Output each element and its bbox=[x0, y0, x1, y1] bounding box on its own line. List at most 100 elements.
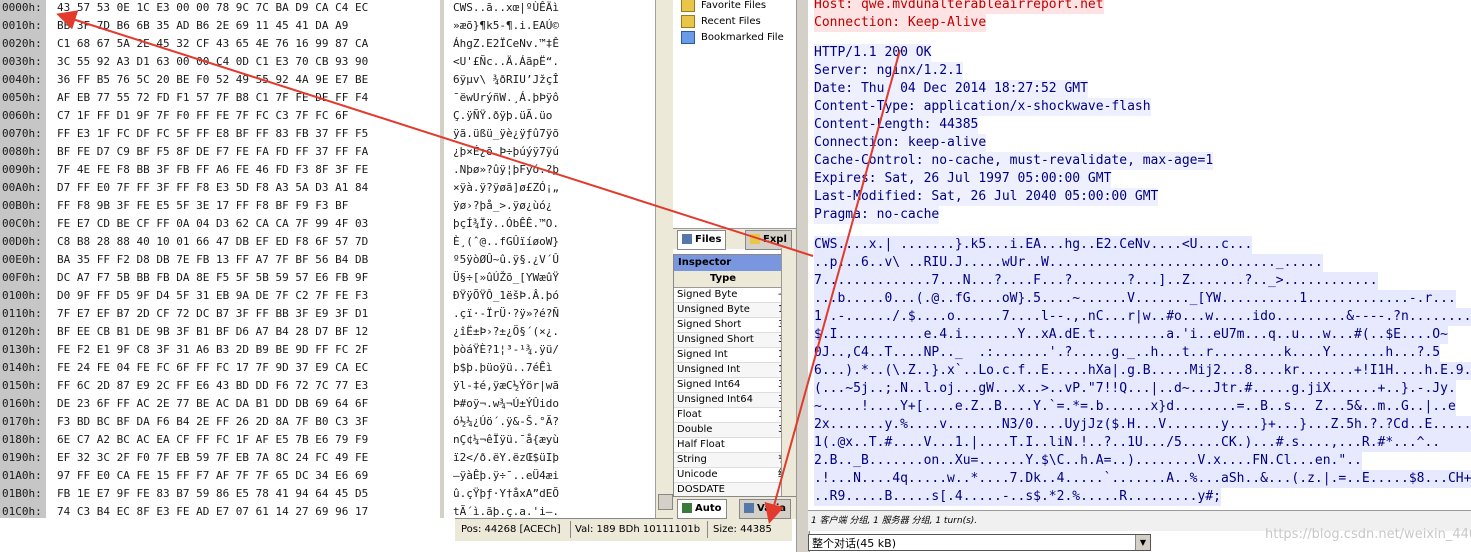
inspector-row[interactable]: Signed Int6434 bbox=[674, 378, 797, 393]
row-bytes[interactable]: BF FE D7 C9 BF F5 8F DE F7 FE FA FD FF 3… bbox=[57, 143, 437, 161]
row-bytes[interactable]: FF F8 9B 3F FE E5 5F 3E 17 FF F8 BF F9 F… bbox=[57, 197, 437, 215]
row-ascii[interactable]: ÐŸÿÕŸÔ_1ëšÞ.Â.þó bbox=[453, 287, 653, 305]
row-bytes[interactable]: 36 FF B5 76 5C 20 BE F0 52 49 55 92 4A 9… bbox=[57, 71, 437, 89]
row-ascii[interactable]: <U'£Ñc..Ä.ÁãpË“. bbox=[453, 53, 653, 71]
response-header-line: Content-Length: 44385 bbox=[814, 116, 979, 134]
row-bytes[interactable]: FF E3 1F FC DF FC 5F FF E8 BF FF 83 FB 3… bbox=[57, 125, 437, 143]
row-ascii[interactable]: »æõ}¶k5-¶.i.EAÚ© bbox=[453, 17, 653, 35]
row-ascii[interactable]: Þ#oÿ¬.w¾¬Ú±ÝÛido bbox=[453, 395, 653, 413]
row-offset: 0110h: bbox=[2, 307, 42, 320]
row-ascii[interactable]: nÇ¢¼¬êÏÿü.¯å{æyù bbox=[453, 431, 653, 449]
row-ascii[interactable]: þ$þ.þüoÿü..7éÊì bbox=[453, 359, 653, 377]
inspector-row[interactable]: Signed Byte-6 bbox=[674, 288, 797, 303]
scrollbar-thumb[interactable] bbox=[658, 494, 673, 510]
inspector-scrollbar[interactable] bbox=[781, 248, 797, 496]
recent-files-item[interactable]: Recent Files bbox=[681, 14, 761, 30]
row-ascii[interactable]: È¸(ˆ@..fGÛïíøoW} bbox=[453, 233, 653, 251]
row-bytes[interactable]: 3C 55 92 A3 D1 63 00 00 C4 0D C1 E3 70 C… bbox=[57, 53, 437, 71]
row-bytes[interactable]: FE 24 FE 04 FE FC 6F FF FC 17 7F 9D 37 E… bbox=[57, 359, 437, 377]
row-ascii[interactable]: Ü§÷[»ûÚŽõ_[YWæûŸ bbox=[453, 269, 653, 287]
inspector-row[interactable]: Double3. bbox=[674, 423, 797, 438]
row-bytes[interactable]: FE E7 CD BE CF FF 0A 04 D3 62 CA CA 7F 9… bbox=[57, 215, 437, 233]
row-ascii[interactable]: º5ÿòØÛ~û.ÿ§.¿V´Û bbox=[453, 251, 653, 269]
hex-status-bar: Pos: 44268 [ACECh] Val: 189 BDh 10111101… bbox=[455, 518, 792, 541]
bookmarked-files-item[interactable]: Bookmarked File bbox=[681, 30, 784, 46]
inspector-row[interactable]: Unicode绡 bbox=[674, 468, 797, 483]
row-bytes[interactable]: FF 6C 2D 87 E9 2C FF E6 43 BD DD F6 72 7… bbox=[57, 377, 437, 395]
row-bytes[interactable]: BB 3F 7D B6 6B 35 AD B6 2E 69 11 45 41 D… bbox=[57, 17, 437, 35]
row-ascii[interactable]: —ÿàÊþ.ÿ÷¯..eÜ4æi bbox=[453, 467, 653, 485]
inspector-row[interactable]: String½ bbox=[674, 453, 797, 468]
inspector-row[interactable]: Signed Int18 bbox=[674, 348, 797, 363]
row-ascii[interactable]: þçÍ¾Ïÿ..ÓbÊÊ.™O. bbox=[453, 215, 653, 233]
row-bytes[interactable]: DE 23 6F FF AC 2E 77 BE AC DA B1 DD DB 6… bbox=[57, 395, 437, 413]
row-offset: 01A0h: bbox=[2, 469, 42, 482]
chevron-down-icon[interactable]: ▼ bbox=[1135, 535, 1150, 550]
favorite-files-item[interactable]: Favorite Files bbox=[681, 0, 766, 14]
tab-variables[interactable]: Varia bbox=[739, 499, 792, 519]
response-body-line: 7..............7...N...?....F...?.......… bbox=[814, 272, 1378, 290]
row-ascii[interactable]: Ç.ÿÑŸ.ðÿþ.üÃ.üo bbox=[453, 107, 653, 125]
tab-explorer[interactable]: Expl bbox=[745, 230, 792, 250]
inspector-row[interactable]: Unsigned Short32 bbox=[674, 333, 797, 348]
row-bytes[interactable]: BF EE CB B1 DE 9B 3F B1 BF D6 A7 B4 28 D… bbox=[57, 323, 437, 341]
row-ascii[interactable]: ¯ëwUrýñW.¸Á.þÞÿô bbox=[453, 89, 653, 107]
files-icon bbox=[682, 234, 692, 244]
row-ascii[interactable]: tÃ´ì.ãþ.ç.a.'i–. bbox=[453, 503, 653, 518]
row-bytes[interactable]: C1 68 67 5A 2E 45 32 CF 43 65 4E 76 16 9… bbox=[57, 35, 437, 53]
row-offset: 00B0h: bbox=[2, 199, 42, 212]
row-ascii[interactable]: ï2</ð.ëY.ëzŒ$üIþ bbox=[453, 449, 653, 467]
row-offset: 0070h: bbox=[2, 127, 42, 140]
row-bytes[interactable]: 97 FF E0 CA FE 15 FF F7 AF 7F 7F 65 DC 3… bbox=[57, 467, 437, 485]
row-bytes[interactable]: FB 1E E7 9F FE 83 B7 59 86 E5 78 41 94 6… bbox=[57, 485, 437, 503]
response-header-line: Pragma: no-cache bbox=[814, 206, 940, 224]
row-bytes[interactable]: AF EB 77 55 72 FD F1 57 7F B8 C1 7F FE D… bbox=[57, 89, 437, 107]
inspector-row[interactable]: Unsigned Int6434 bbox=[674, 393, 797, 408]
row-bytes[interactable]: FE F2 E1 9F C8 3F 31 A6 B3 2D B9 BE 9D F… bbox=[57, 341, 437, 359]
row-bytes[interactable]: DC A7 F7 5B BB FB DA 8E F5 5F 5B 59 57 E… bbox=[57, 269, 437, 287]
inspector-row[interactable]: Unsigned Byte18 bbox=[674, 303, 797, 318]
tab-auto[interactable]: Auto bbox=[677, 499, 727, 519]
row-bytes[interactable]: 7F E7 EF B7 2D CF 72 DC B7 3F FF BB 3F E… bbox=[57, 305, 437, 323]
row-ascii[interactable]: ¿þ×É¿õ.Þ÷þúýÿ7ÿú bbox=[453, 143, 653, 161]
row-ascii[interactable]: ¿îË±Þ›?±¿Ö§´(×¿. bbox=[453, 323, 653, 341]
row-ascii[interactable]: CWS..ã..xœ|ºÙÊÄì bbox=[453, 0, 653, 17]
tab-files[interactable]: Files bbox=[677, 230, 727, 250]
row-bytes[interactable]: 43 57 53 0E 1C E3 00 00 78 9C 7C BA D9 C… bbox=[57, 0, 437, 17]
row-ascii[interactable]: þòáŸÈ?1¦³-¹¾.ÿü/ bbox=[453, 341, 653, 359]
inspector-row[interactable]: Unsigned Int18 bbox=[674, 363, 797, 378]
row-bytes[interactable]: 7F 4E FE F8 BB 3F FB FF A6 FE 46 FD F3 8… bbox=[57, 161, 437, 179]
hex-editor[interactable]: 0000h: 43 57 53 0E 1C E3 00 00 78 9C 7C B… bbox=[0, 0, 673, 518]
row-ascii[interactable]: .Nþø»?ûÿ¦þFýó.?þ bbox=[453, 161, 653, 179]
row-ascii[interactable]: ÁhgZ.E2ÏCeNv.™‡Ê bbox=[453, 35, 653, 53]
row-bytes[interactable]: BA 35 FF F2 D8 DB 7E FB 13 FF A7 7F BF 5… bbox=[57, 251, 437, 269]
conversation-select[interactable]: 整个对话(45 kB) ▼ bbox=[808, 534, 1151, 551]
row-ascii[interactable]: 6ÿµv\ ¾ðRIU’JžçÎ bbox=[453, 71, 653, 89]
row-bytes[interactable]: D0 9F FF D5 9F D4 5F 31 EB 9A DE 7F C2 7… bbox=[57, 287, 437, 305]
row-bytes[interactable]: D7 FF E0 7F FF 3F FF F8 E3 5D F8 A3 5A D… bbox=[57, 179, 437, 197]
row-bytes[interactable]: 74 C3 B4 EC 8F E3 FE AD E7 07 61 14 27 6… bbox=[57, 503, 437, 518]
row-ascii[interactable]: ÿø›?þå_>.ÿø¿ùó¿ bbox=[453, 197, 653, 215]
row-offset: 0180h: bbox=[2, 433, 42, 446]
inspector-row[interactable]: Float1.5 bbox=[674, 408, 797, 423]
row-bytes[interactable]: 6E C7 A2 BC AC EA CF FF FC 1F AF E5 7B E… bbox=[57, 431, 437, 449]
response-header-line: Last-Modified: Sat, 26 Jul 2040 05:00:00… bbox=[814, 188, 1159, 206]
inspector-row[interactable]: Half Float bbox=[674, 438, 797, 453]
row-bytes[interactable]: C7 1F FF D1 9F 7F F0 FF FE 7F FC C3 7F F… bbox=[57, 107, 437, 125]
response-header-line: HTTP/1.1 200 OK bbox=[814, 44, 932, 62]
row-bytes[interactable]: EF 32 3C 2F F0 7F EB 59 7F EB 7A 8C 24 F… bbox=[57, 449, 437, 467]
row-ascii[interactable]: ó½¼¿Úö´.ÿ&-Š.°Ã? bbox=[453, 413, 653, 431]
row-ascii[interactable]: ÿã.üßü_ÿè¿ÿƒû7ÿõ bbox=[453, 125, 653, 143]
hex-vertical-scrollbar[interactable] bbox=[655, 0, 673, 518]
inspector-row[interactable]: Signed Short32 bbox=[674, 318, 797, 333]
row-bytes[interactable]: C8 B8 28 88 40 10 01 66 47 DB EF ED F8 6… bbox=[57, 233, 437, 251]
row-bytes[interactable]: F3 BD BC BF DA F6 B4 2E FF 26 2D 8A 7F B… bbox=[57, 413, 437, 431]
row-offset: 0160h: bbox=[2, 397, 42, 410]
row-ascii[interactable]: ×ÿà.ÿ?ÿøã]ø£ZÓ¡„ bbox=[453, 179, 653, 197]
inspector-column-header[interactable]: Type bbox=[674, 271, 797, 288]
follow-stream-text[interactable]: Host: qwe.mvdunalterableairreport.net Con… bbox=[808, 0, 1471, 510]
row-ascii[interactable]: ÿl-‡é,ÿæC½Ýör|wã bbox=[453, 377, 653, 395]
row-ascii[interactable]: .çï·-ÏrÜ·?ÿ»?é?Ñ bbox=[453, 305, 653, 323]
folder-icon bbox=[681, 0, 695, 12]
row-ascii[interactable]: û.çŸþƒ·Y†åxA”dEÕ bbox=[453, 485, 653, 503]
